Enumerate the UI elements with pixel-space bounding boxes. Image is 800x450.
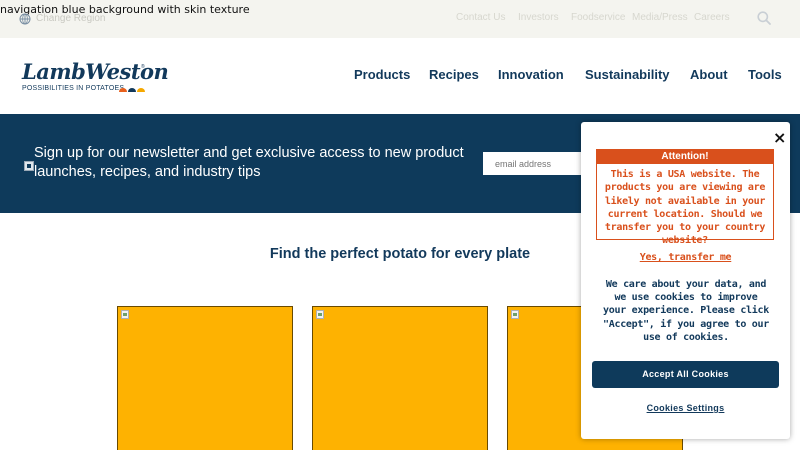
- site-header: LambWeston ® POSSIBILITIES IN POTATOES P…: [0, 38, 800, 114]
- logo-tagline: POSSIBILITIES IN POTATOES: [22, 85, 125, 92]
- careers-link[interactable]: Careers: [694, 12, 730, 23]
- cookie-message: We care about your data, and we use cook…: [603, 279, 769, 343]
- region-cookie-modal: × Attention! This is a USA website. The …: [581, 122, 790, 439]
- nav-innovation[interactable]: Innovation: [498, 67, 564, 82]
- contact-us-link[interactable]: Contact Us: [456, 12, 505, 23]
- media-press-link[interactable]: Media/Press: [632, 12, 688, 23]
- nav-recipes[interactable]: Recipes: [429, 67, 479, 82]
- broken-image-icon: [121, 310, 129, 319]
- foodservice-link[interactable]: Foodservice: [571, 12, 625, 23]
- attention-message: This is a USA website. The products you …: [604, 169, 766, 247]
- close-icon[interactable]: ×: [773, 130, 786, 146]
- newsletter-text: Sign up for our newsletter and get exclu…: [34, 145, 464, 180]
- cookie-settings-link[interactable]: Cookies Settings: [581, 403, 790, 413]
- product-card[interactable]: [312, 306, 488, 450]
- attention-title: Attention!: [597, 150, 773, 164]
- broken-image-icon: [511, 310, 519, 319]
- logo-potato-icons: [119, 88, 145, 92]
- change-region-link[interactable]: Change Region: [36, 13, 106, 24]
- accept-cookies-button[interactable]: Accept All Cookies: [592, 361, 779, 388]
- nav-tools[interactable]: Tools: [748, 67, 782, 82]
- email-input[interactable]: [483, 152, 593, 175]
- nav-sustainability[interactable]: Sustainability: [585, 67, 670, 82]
- attention-box: Attention! This is a USA website. The pr…: [596, 149, 774, 246]
- logo-trademark: ®: [141, 64, 145, 70]
- search-icon[interactable]: [757, 11, 771, 25]
- nav-about[interactable]: About: [690, 67, 728, 82]
- nav-products[interactable]: Products: [354, 67, 410, 82]
- investors-link[interactable]: Investors: [518, 12, 559, 23]
- transfer-link[interactable]: Yes, transfer me: [581, 252, 790, 263]
- broken-image-icon: [24, 161, 34, 171]
- broken-image-icon: [316, 310, 324, 319]
- product-card[interactable]: [117, 306, 293, 450]
- globe-icon[interactable]: [19, 13, 31, 25]
- logo-wordmark[interactable]: LambWeston: [22, 59, 169, 84]
- utility-bar: navigation blue background with skin tex…: [0, 0, 800, 38]
